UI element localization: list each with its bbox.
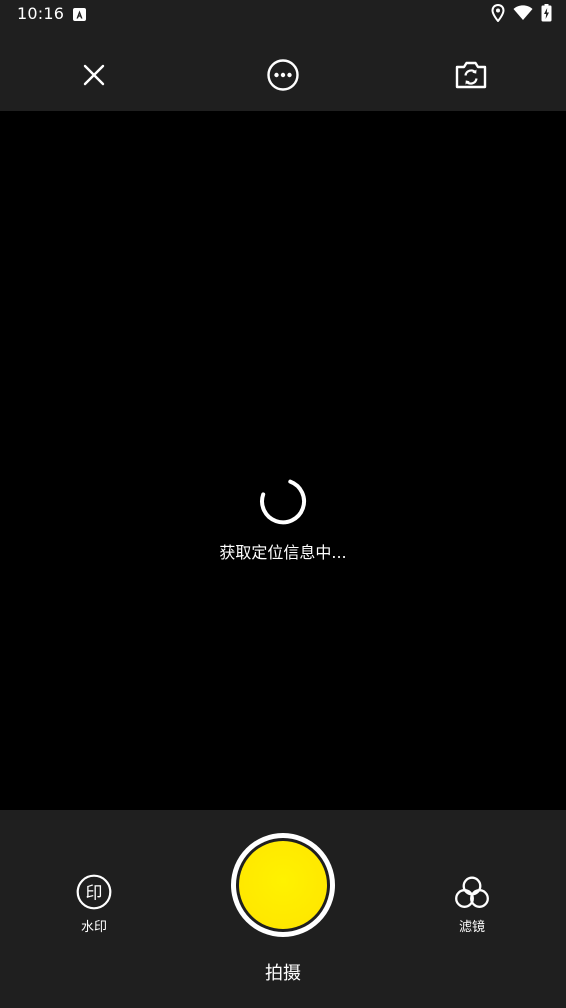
location-icon <box>491 3 505 26</box>
switch-camera-icon <box>455 61 487 89</box>
more-options-button[interactable] <box>265 57 301 93</box>
watermark-button[interactable]: 印 水印 <box>54 874 134 935</box>
wifi-icon <box>513 5 533 25</box>
status-time: 10:16 <box>17 4 65 23</box>
close-button[interactable] <box>76 57 112 93</box>
notification-a-icon <box>73 8 86 21</box>
status-bar: 10:16 <box>0 0 566 30</box>
shutter-ring <box>236 838 330 932</box>
loading-location-text: 获取定位信息中... <box>219 543 347 562</box>
watermark-icon: 印 <box>76 874 112 910</box>
filter-label: 滤镜 <box>458 920 485 935</box>
loading-spinner-icon <box>260 479 307 525</box>
filter-icon <box>455 876 489 908</box>
camera-viewfinder[interactable] <box>0 111 566 810</box>
battery-charging-icon <box>541 4 552 26</box>
switch-camera-button[interactable] <box>453 57 489 93</box>
close-icon <box>83 64 105 86</box>
shoot-mode-label[interactable]: 拍摄 <box>0 959 566 985</box>
bottom-controls: 印 水印 滤镜 拍摄 <box>0 810 566 1008</box>
status-icons <box>491 3 552 26</box>
camera-toolbar <box>0 30 566 111</box>
shutter-core <box>239 841 327 929</box>
watermark-label: 水印 <box>80 920 107 935</box>
shutter-button[interactable] <box>231 833 335 937</box>
filter-button[interactable]: 滤镜 <box>432 874 512 935</box>
watermark-icon-glyph: 印 <box>86 884 103 904</box>
more-options-icon <box>267 59 299 91</box>
